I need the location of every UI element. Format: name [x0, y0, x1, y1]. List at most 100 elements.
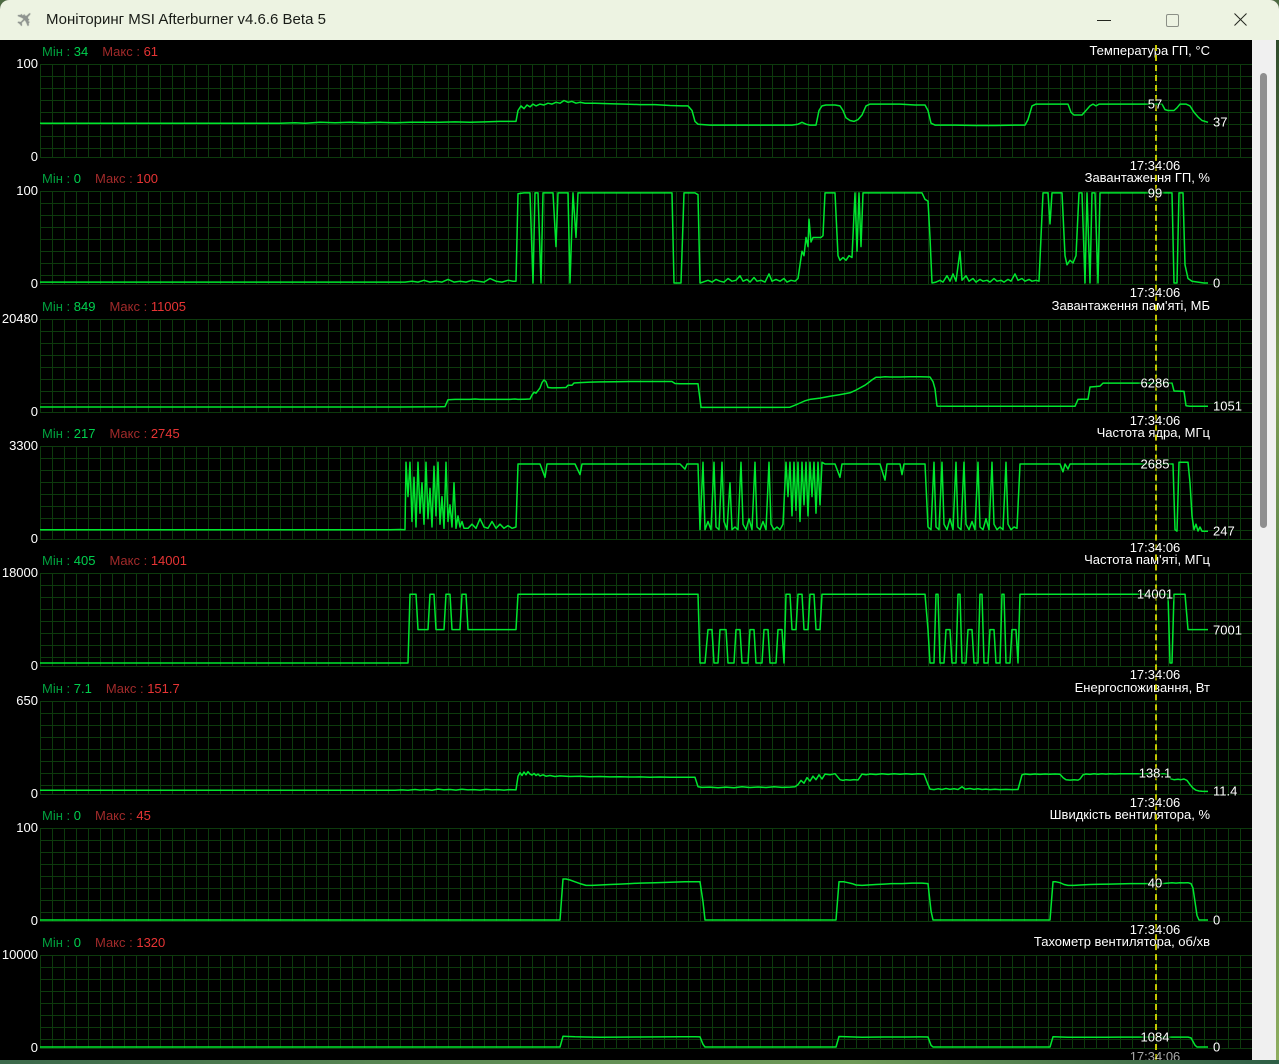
cursor-timestamp: 17:34:06: [1129, 667, 1181, 683]
axis-max-label: 100: [16, 183, 38, 199]
cursor-value-label: 1084: [1140, 1029, 1170, 1045]
max-label: Макс :: [94, 935, 137, 951]
min-value: 0: [73, 935, 81, 951]
graph-plot-area[interactable]: 6286 1051: [40, 318, 1252, 414]
max-label: Макс :: [94, 171, 137, 187]
current-value-label: 247: [1213, 523, 1235, 539]
max-label: Макс :: [109, 425, 151, 441]
minmax-readout: Мін : 405 Макс : 14001: [42, 553, 187, 568]
max-label: Макс :: [109, 553, 151, 569]
max-label: Макс :: [105, 680, 148, 696]
min-label: Мін :: [42, 935, 74, 951]
cursor-timestamp: 17:34:06: [1129, 412, 1181, 428]
scrollbar-thumb[interactable]: [1260, 73, 1267, 528]
axis-zero-label: 0: [30, 530, 38, 546]
max-value: 1320: [136, 935, 166, 951]
graph-plot-area[interactable]: 14001 7001: [40, 573, 1252, 668]
current-value-label: 0: [1213, 275, 1221, 291]
min-label: Мін :: [42, 680, 74, 696]
min-value: 7.1: [73, 680, 92, 696]
window-title: Моніторинг MSI Afterburner v4.6.6 Beta 5: [46, 11, 326, 28]
max-label: Макс :: [102, 44, 144, 59]
current-value-label: 0: [1213, 1039, 1221, 1055]
axis-zero-label: 0: [30, 912, 38, 928]
monitoring-graphs-area: Мін : 34 Макс : 61 Температура ГП, °C 100…: [0, 40, 1279, 1064]
monitor-graph-panel: Мін : 405 Макс : 14001 Частота пам'яті, М…: [0, 549, 1279, 682]
min-value: 217: [73, 425, 96, 441]
title-bar[interactable]: ✈ Моніторинг MSI Afterburner v4.6.6 Beta…: [0, 0, 1279, 40]
axis-zero-label: 0: [30, 276, 38, 292]
max-value: 151.7: [147, 680, 180, 696]
max-value: 2745: [150, 425, 180, 441]
min-label: Мін :: [42, 425, 74, 441]
panel-title: Температура ГП, °C: [1089, 43, 1210, 58]
minimize-icon: [1097, 20, 1111, 21]
monitor-graph-panel: Мін : 7.1 Макс : 151.7 Енергоспоживання, …: [0, 677, 1279, 810]
current-value-label: 1051: [1213, 398, 1242, 414]
max-value: 100: [136, 171, 159, 187]
graph-plot-area[interactable]: 138.1 11.4: [40, 700, 1252, 799]
monitor-graph-panel: Мін : 0 Макс : 45 Швидкість вентилятора, …: [0, 804, 1279, 937]
max-value: 61: [143, 44, 159, 59]
axis-max-label: 3300: [9, 437, 38, 453]
axis-max-label: 18000: [1, 565, 38, 581]
current-value-label: 7001: [1213, 622, 1242, 638]
window-bottom-edge: [0, 1060, 1279, 1064]
axis-zero-label: 0: [30, 1040, 38, 1056]
cursor-value-label: 14001: [1136, 586, 1174, 602]
max-label: Макс :: [109, 298, 151, 314]
axis-max-label: 100: [16, 819, 38, 835]
cursor-value-label: 99: [1147, 185, 1163, 201]
minmax-readout: Мін : 0 Макс : 45: [42, 808, 151, 823]
max-value: 14001: [150, 553, 187, 569]
min-value: 34: [73, 44, 89, 59]
max-label: Макс :: [94, 807, 137, 823]
monitor-graph-panel: Мін : 849 Макс : 11005 Завантаження пам'я…: [0, 295, 1279, 428]
min-value: 0: [73, 807, 81, 823]
minmax-readout: Мін : 34 Макс : 61: [42, 44, 158, 59]
axis-max-label: 10000: [1, 947, 38, 963]
min-value: 405: [73, 553, 96, 569]
cursor-value-label: 57: [1147, 96, 1163, 112]
axis-zero-label: 0: [30, 658, 38, 674]
close-button[interactable]: [1217, 0, 1263, 40]
minmax-readout: Мін : 849 Макс : 11005: [42, 299, 186, 314]
minmax-readout: Мін : 0 Макс : 100: [42, 171, 158, 186]
monitor-graph-panel: Мін : 0 Макс : 100 Завантаження ГП, % 100…: [0, 167, 1279, 300]
graph-plot-area[interactable]: 57 37: [40, 64, 1252, 158]
afterburner-jet-icon: ✈: [11, 5, 40, 35]
max-value: 11005: [150, 298, 186, 314]
maximize-icon: [1166, 14, 1179, 27]
graph-plot-area[interactable]: 2685 247: [40, 445, 1252, 540]
axis-max-label: 100: [16, 56, 38, 71]
monitor-graph-panel: Мін : 0 Макс : 1320 Тахометр вентилятора,…: [0, 931, 1279, 1064]
cursor-value-label: 40: [1147, 875, 1163, 891]
current-value-label: 37: [1213, 114, 1228, 130]
vertical-scrollbar[interactable]: [1252, 40, 1276, 1064]
min-label: Мін :: [42, 553, 74, 569]
min-label: Мін :: [42, 298, 74, 314]
cursor-timestamp: 17:34:06: [1129, 158, 1181, 173]
current-value-label: 11.4: [1213, 783, 1238, 799]
cursor-value-label: 138.1: [1138, 765, 1172, 781]
cursor-timestamp: 17:34:06: [1129, 539, 1181, 555]
min-label: Мін :: [42, 44, 74, 59]
min-value: 849: [73, 298, 96, 314]
graph-plot-area[interactable]: 1084 0: [40, 955, 1252, 1055]
afterburner-monitor-window: ✈ Моніторинг MSI Afterburner v4.6.6 Beta…: [0, 0, 1279, 1064]
graph-plot-area[interactable]: 99 0: [40, 186, 1252, 291]
monitor-graph-panel: Мін : 34 Макс : 61 Температура ГП, °C 100…: [0, 40, 1279, 173]
axis-max-label: 20480: [1, 310, 38, 326]
cursor-value-label: 2685: [1140, 456, 1170, 472]
min-value: 0: [73, 171, 81, 187]
cursor-timestamp: 17:34:06: [1129, 921, 1181, 937]
graph-plot-area[interactable]: 40 0: [40, 827, 1252, 927]
axis-zero-label: 0: [30, 785, 38, 801]
minmax-readout: Мін : 217 Макс : 2745: [42, 426, 180, 441]
maximize-button[interactable]: [1149, 0, 1195, 40]
max-value: 45: [136, 807, 151, 823]
axis-zero-label: 0: [30, 403, 38, 419]
monitor-graph-panel: Мін : 217 Макс : 2745 Частота ядра, МГц 3…: [0, 422, 1279, 555]
cursor-timestamp: 17:34:06: [1129, 285, 1181, 301]
minimize-button[interactable]: [1081, 0, 1127, 40]
